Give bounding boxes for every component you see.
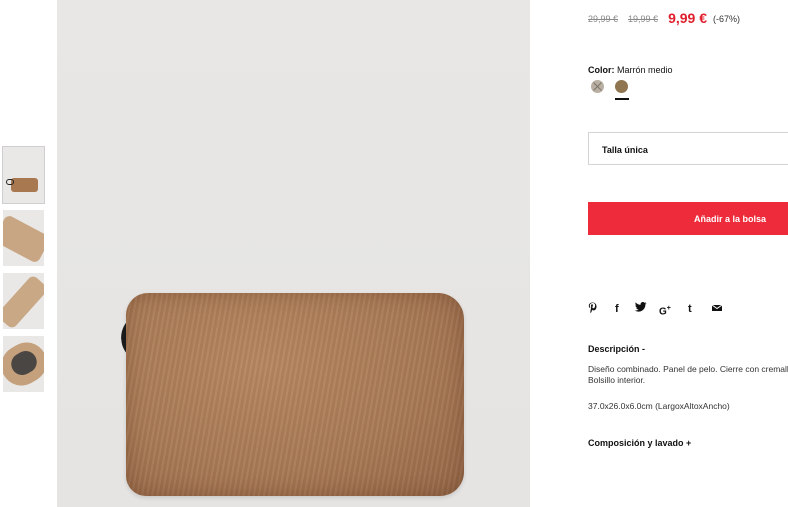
color-label-row: Color: Marrón medio <box>588 65 673 75</box>
product-image <box>57 0 530 507</box>
thumbnail-bag-side[interactable] <box>3 273 44 329</box>
color-swatch-marron-medio[interactable] <box>615 80 628 93</box>
description-line-1: Diseño combinado. Panel de pelo. Cierre … <box>588 364 788 374</box>
color-label: Color: <box>588 65 615 75</box>
thumbnail-bag-angle[interactable] <box>3 210 44 266</box>
faux-fur-clutch <box>126 293 464 496</box>
dimensions-text: 37.0x26.0x6.0cm (LargoxAltoxAncho) <box>588 401 730 411</box>
description-text: Diseño combinado. Panel de pelo. Cierre … <box>588 364 788 386</box>
add-to-bag-label: Añadir a la bolsa <box>694 214 767 224</box>
add-to-bag-button[interactable]: Añadir a la bolsa <box>588 202 788 235</box>
color-swatch-unavailable[interactable] <box>591 80 604 93</box>
thumbnail-list <box>2 146 45 399</box>
thumbnail-bag-front[interactable] <box>2 146 45 204</box>
thumbnail-bag-inside[interactable] <box>3 336 44 392</box>
previous-price: 19,99 € <box>628 14 659 24</box>
facebook-icon[interactable]: f <box>615 302 619 316</box>
size-label: Talla única <box>602 145 648 155</box>
description-line-2: Bolsillo interior. <box>588 375 646 385</box>
size-selector[interactable]: Talla única <box>588 132 788 165</box>
description-heading[interactable]: Descripción - <box>588 344 645 354</box>
selected-color-name: Marrón medio <box>617 65 673 75</box>
pinterest-icon[interactable] <box>588 302 597 318</box>
composition-toggle[interactable]: Composición y lavado + <box>588 438 691 448</box>
price-row: 29,99 € 19,99 € 9,99 € (-67%) <box>588 10 740 26</box>
googleplus-icon[interactable]: G+ <box>659 302 671 319</box>
discount-badge: (-67%) <box>713 14 741 24</box>
current-price: 9,99 € <box>668 10 707 26</box>
email-icon[interactable] <box>711 302 723 316</box>
twitter-icon[interactable] <box>634 302 647 316</box>
original-price: 29,99 € <box>588 14 619 24</box>
tumblr-icon[interactable]: t <box>688 302 692 316</box>
selected-swatch-indicator <box>615 98 629 100</box>
